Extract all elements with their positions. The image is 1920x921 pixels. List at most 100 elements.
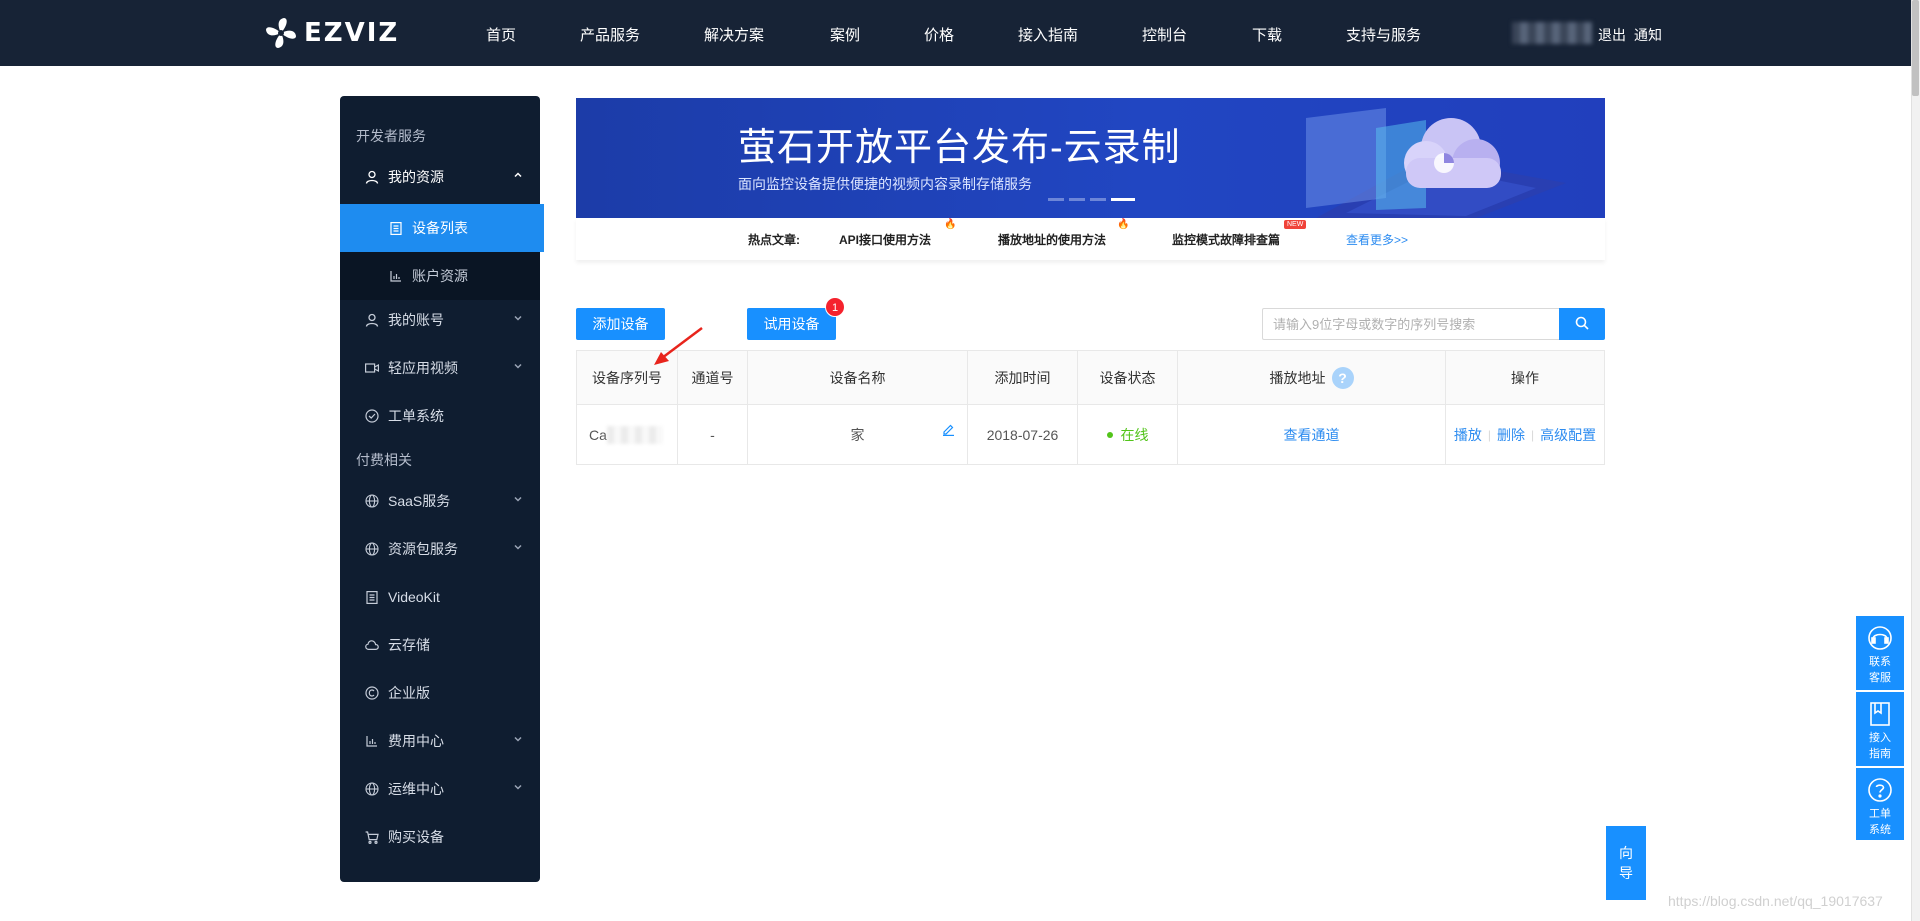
sidebar-item-saas[interactable]: SaaS服务 bbox=[340, 477, 540, 525]
nav-console[interactable]: 控制台 bbox=[1142, 24, 1187, 45]
view-more-link[interactable]: 查看更多>> bbox=[1346, 231, 1408, 248]
sidebar-item-resource-pack[interactable]: 资源包服务 bbox=[340, 525, 540, 573]
hot-label: 热点文章: bbox=[748, 233, 800, 247]
nav-products[interactable]: 产品服务 bbox=[580, 24, 640, 45]
document-icon bbox=[388, 220, 404, 236]
access-guide-widget[interactable]: 接入 指南 bbox=[1856, 692, 1904, 766]
guide-label-1: 接入 bbox=[1869, 732, 1891, 744]
cart-icon bbox=[364, 829, 380, 845]
sidebar-item-label: 云存储 bbox=[388, 637, 430, 653]
video-camera-icon bbox=[364, 360, 380, 376]
sidebar-item-billing[interactable]: 费用中心 bbox=[340, 717, 540, 765]
sidebar-item-label: 企业版 bbox=[388, 685, 430, 701]
chevron-up-icon bbox=[512, 170, 524, 182]
wizard-label-2: 导 bbox=[1619, 865, 1633, 881]
contact-label-2: 客服 bbox=[1869, 672, 1891, 684]
cell-device-name: 家 bbox=[748, 405, 968, 464]
sidebar: 开发者服务 我的资源 设备列表 账户资源 我的账号 轻应用视频 工单系统 付费相… bbox=[340, 96, 544, 882]
cell-serial: Ca bbox=[577, 405, 678, 464]
ticket-system-widget[interactable]: 工单 系统 bbox=[1856, 768, 1904, 840]
logout-link[interactable]: 退出 bbox=[1598, 25, 1626, 45]
sidebar-item-label: 设备列表 bbox=[412, 220, 468, 236]
sidebar-item-label: 购买设备 bbox=[388, 829, 444, 845]
brand-logo[interactable]: EZVIZ bbox=[264, 16, 399, 50]
device-table: 设备序列号 通道号 设备名称 添加时间 设备状态 播放地址 ? 操作 Ca - … bbox=[576, 350, 1605, 465]
headset-icon bbox=[1866, 624, 1894, 652]
col-header-added-time: 添加时间 bbox=[968, 351, 1078, 404]
wizard-label-1: 向 bbox=[1619, 845, 1633, 861]
sidebar-item-ticket-system[interactable]: 工单系统 bbox=[340, 392, 540, 440]
ticket-label-1: 工单 bbox=[1869, 808, 1891, 820]
copyright-icon bbox=[364, 685, 380, 701]
bar-chart-icon bbox=[364, 733, 380, 749]
page-scrollbar[interactable] bbox=[1911, 0, 1920, 921]
status-dot-online bbox=[1106, 431, 1113, 438]
col-header-device-name: 设备名称 bbox=[748, 351, 968, 404]
trial-count-badge: 1 bbox=[825, 297, 845, 317]
nav-support[interactable]: 支持与服务 bbox=[1346, 24, 1421, 45]
sidebar-item-account-resources[interactable]: 账户资源 bbox=[340, 252, 540, 300]
sidebar-item-videokit[interactable]: VideoKit bbox=[340, 573, 540, 621]
chevron-down-icon bbox=[512, 782, 524, 794]
nav-access-guide[interactable]: 接入指南 bbox=[1018, 24, 1078, 45]
contact-label-1: 联系 bbox=[1869, 656, 1891, 668]
user-icon bbox=[364, 169, 380, 185]
carousel-dot-active[interactable] bbox=[1111, 198, 1135, 201]
edit-icon[interactable] bbox=[942, 423, 955, 439]
view-channel-link[interactable]: 查看通道 bbox=[1284, 425, 1340, 445]
hot-article-play-address[interactable]: 播放地址的使用方法 bbox=[998, 231, 1106, 248]
check-circle-icon bbox=[364, 408, 380, 424]
banner-subtitle: 面向监控设备提供便捷的视频内容录制存储服务 bbox=[738, 176, 1032, 192]
nav-pricing[interactable]: 价格 bbox=[924, 24, 954, 45]
nav-cases[interactable]: 案例 bbox=[830, 24, 860, 45]
play-link[interactable]: 播放 bbox=[1454, 425, 1482, 445]
notification-link[interactable]: 通知 bbox=[1634, 25, 1662, 45]
advanced-config-link[interactable]: 高级配置 bbox=[1540, 425, 1596, 445]
delete-link[interactable]: 删除 bbox=[1497, 425, 1525, 445]
globe-icon bbox=[364, 541, 380, 557]
user-icon bbox=[364, 312, 380, 328]
search-button[interactable] bbox=[1559, 308, 1605, 340]
hot-article-api[interactable]: API接口使用方法 bbox=[839, 231, 931, 248]
serial-search-input[interactable] bbox=[1262, 308, 1559, 340]
sidebar-item-label: 运维中心 bbox=[388, 781, 444, 797]
sidebar-item-light-video[interactable]: 轻应用视频 bbox=[340, 344, 540, 392]
contact-service-widget[interactable]: 联系 客服 bbox=[1856, 616, 1904, 690]
sidebar-item-label: 费用中心 bbox=[388, 733, 444, 749]
cell-added-time: 2018-07-26 bbox=[968, 405, 1078, 464]
carousel-dot[interactable] bbox=[1048, 198, 1064, 201]
document-icon bbox=[364, 589, 380, 605]
help-icon[interactable]: ? bbox=[1331, 366, 1354, 389]
trial-device-button[interactable]: 试用设备 bbox=[747, 308, 836, 340]
chevron-down-icon bbox=[512, 542, 524, 554]
nav-download[interactable]: 下载 bbox=[1252, 24, 1282, 45]
sidebar-item-my-account[interactable]: 我的账号 bbox=[340, 296, 540, 344]
book-icon bbox=[1866, 700, 1894, 728]
promo-banner[interactable]: 萤石开放平台发布-云录制 面向监控设备提供便捷的视频内容录制存储服务 bbox=[576, 98, 1605, 218]
sidebar-item-cloud-storage[interactable]: 云存储 bbox=[340, 621, 540, 669]
sidebar-item-label: 我的账号 bbox=[388, 312, 444, 328]
carousel-dot[interactable] bbox=[1069, 198, 1085, 201]
chevron-down-icon bbox=[512, 734, 524, 746]
nav-solutions[interactable]: 解决方案 bbox=[704, 24, 764, 45]
sidebar-item-device-list[interactable]: 设备列表 bbox=[340, 204, 544, 252]
sidebar-item-ops[interactable]: 运维中心 bbox=[340, 765, 540, 813]
sidebar-item-enterprise[interactable]: 企业版 bbox=[340, 669, 540, 717]
serial-prefix: Ca bbox=[589, 426, 607, 443]
chevron-down-icon bbox=[512, 494, 524, 506]
carousel-dot[interactable] bbox=[1090, 198, 1106, 201]
wizard-button[interactable]: 向 导 bbox=[1606, 826, 1646, 900]
hot-article-troubleshoot[interactable]: 监控模式故障排查篇 bbox=[1172, 231, 1280, 248]
scrollbar-thumb[interactable] bbox=[1912, 0, 1919, 96]
serial-redacted bbox=[606, 425, 663, 444]
sidebar-item-my-resources[interactable]: 我的资源 bbox=[340, 153, 540, 201]
globe-icon bbox=[364, 493, 380, 509]
sidebar-item-label: VideoKit bbox=[388, 589, 440, 605]
red-arrow-annotation bbox=[650, 324, 706, 375]
sidebar-item-label: 资源包服务 bbox=[388, 541, 458, 557]
sidebar-item-buy-device[interactable]: 购买设备 bbox=[340, 813, 540, 861]
globe-icon bbox=[364, 781, 380, 797]
banner-title: 萤石开放平台发布-云录制 bbox=[738, 127, 1181, 169]
action-divider: | bbox=[1487, 427, 1491, 442]
nav-home[interactable]: 首页 bbox=[486, 24, 516, 45]
